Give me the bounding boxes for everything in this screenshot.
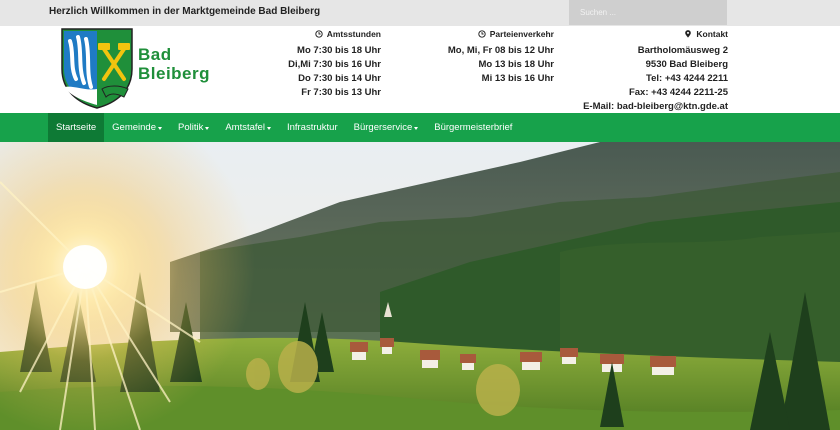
- opening-hours-heading: Amtsstunden: [240, 27, 381, 41]
- caret-down-icon: [266, 126, 271, 130]
- hours-line: Mo, Mi, Fr 08 bis 12 Uhr: [447, 45, 554, 56]
- nav-label: Infrastruktur: [286, 122, 338, 133]
- hours-line: Mo 7:30 bis 18 Uhr: [297, 45, 381, 56]
- welcome-text: Herzlich Willkommen in der Marktgemeinde…: [49, 6, 321, 17]
- nav-item-startseite[interactable]: Startseite: [48, 113, 105, 142]
- hours-line: Mi 13 bis 16 Uhr: [481, 73, 554, 84]
- nav-item-buergerservice[interactable]: Bürgerservice: [346, 113, 427, 142]
- coat-of-arms-logo[interactable]: [58, 27, 136, 109]
- contact-heading: Kontakt: [560, 27, 728, 41]
- nav-label: Gemeinde: [112, 122, 156, 133]
- hours-line: Fr 7:30 bis 13 Uhr: [301, 87, 381, 98]
- public-hours-heading: Parteienverkehr: [410, 27, 554, 41]
- address-street: Bartholomäusweg 2: [637, 45, 728, 56]
- public-hours-block: Parteienverkehr Mo, Mi, Fr 08 bis 12 Uhr…: [410, 27, 554, 86]
- map-marker-icon: [685, 30, 692, 38]
- top-bar: Herzlich Willkommen in der Marktgemeinde…: [0, 0, 840, 26]
- nav-label: Politik: [177, 122, 204, 133]
- nav-label: Bürgermeisterbrief: [434, 122, 513, 133]
- nav-item-gemeinde[interactable]: Gemeinde: [104, 113, 170, 142]
- brand-line-1: Bad: [138, 45, 172, 64]
- clock-icon: [315, 30, 323, 38]
- site-header: Bad Bleiberg Amtsstunden Mo 7:30 bis 18 …: [0, 26, 840, 113]
- fax-number: Fax: +43 4244 2211-25: [628, 87, 728, 98]
- nav-label: Amtstafel: [225, 122, 265, 133]
- main-nav: Startseite Gemeinde Politik Amtstafel In…: [0, 113, 840, 142]
- phone-number[interactable]: Tel: +43 4244 2211: [560, 72, 728, 86]
- contact-title: Kontakt: [696, 29, 728, 39]
- nav-item-buergermeisterbrief[interactable]: Bürgermeisterbrief: [426, 113, 520, 142]
- valley-landscape-image: [0, 142, 840, 430]
- hours-line: Do 7:30 bis 14 Uhr: [298, 73, 381, 84]
- caret-down-icon: [414, 126, 419, 130]
- nav-item-amtstafel[interactable]: Amtstafel: [217, 113, 279, 142]
- public-hours-title: Parteienverkehr: [489, 29, 554, 39]
- hero-image: [0, 142, 840, 430]
- hours-line: Mo 13 bis 18 Uhr: [478, 59, 555, 70]
- clock-icon: [478, 30, 486, 38]
- brand-line-2: Bleiberg: [138, 64, 211, 83]
- caret-down-icon: [205, 126, 210, 130]
- hours-line: Di,Mi 7:30 bis 16 Uhr: [288, 59, 381, 70]
- search-input[interactable]: [569, 0, 727, 25]
- nav-label: Startseite: [56, 122, 97, 133]
- nav-label: Bürgerservice: [353, 122, 413, 133]
- nav-item-politik[interactable]: Politik: [170, 113, 217, 142]
- brand-name[interactable]: Bad Bleiberg: [138, 45, 210, 83]
- nav-item-infrastruktur[interactable]: Infrastruktur: [279, 113, 346, 142]
- email-link[interactable]: E-Mail: bad-bleiberg@ktn.gde.at: [560, 100, 728, 114]
- contact-block: Kontakt Bartholomäusweg 2 9530 Bad Bleib…: [560, 27, 728, 114]
- caret-down-icon: [157, 126, 162, 130]
- opening-hours-title: Amtsstunden: [326, 29, 381, 39]
- address-city: 9530 Bad Bleiberg: [645, 59, 728, 70]
- opening-hours-block: Amtsstunden Mo 7:30 bis 18 Uhr Di,Mi 7:3…: [240, 27, 381, 100]
